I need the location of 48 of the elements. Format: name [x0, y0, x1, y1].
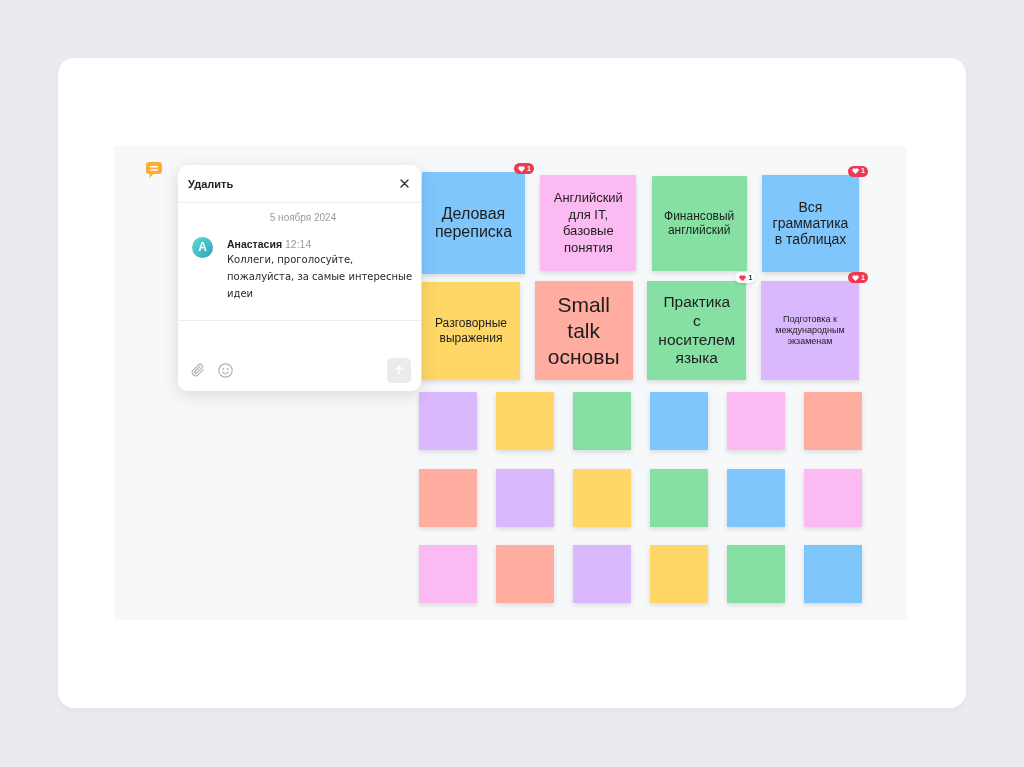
emoji-icon[interactable] — [218, 362, 233, 378]
heart-icon — [852, 274, 860, 281]
sticky-note[interactable] — [496, 545, 554, 603]
message-text: Коллеги, проголосуйте, пожалуйста, за самые интересные идеи — [227, 253, 414, 301]
date-label: 5 ноября 2024 — [268, 211, 338, 225]
note-text: Английский для IT, базовые понятия — [552, 190, 624, 256]
sticky-note[interactable] — [573, 545, 631, 603]
sticky-note[interactable] — [650, 468, 708, 527]
sticky-note[interactable]: Финансовый английский — [651, 175, 747, 271]
sticky-note[interactable] — [573, 392, 631, 450]
sticky-note[interactable]: Вся грамматика в таблицах — [762, 174, 859, 272]
note-text: Вся грамматика в таблицах — [771, 199, 850, 247]
sticky-note[interactable]: Деловая переписка — [422, 172, 525, 274]
sticky-note[interactable] — [496, 468, 554, 527]
sticky-note[interactable]: Английский для IT, базовые понятия — [540, 175, 637, 271]
sticky-note[interactable] — [496, 392, 554, 450]
close-icon[interactable] — [400, 179, 409, 188]
sticky-note[interactable] — [804, 392, 862, 450]
paperclip-icon[interactable] — [191, 363, 205, 377]
sticky-note[interactable] — [727, 545, 785, 603]
sticky-note[interactable]: Разговорные выражения — [422, 281, 520, 380]
delete-action[interactable]: Удалить — [188, 176, 234, 191]
sticky-note[interactable] — [727, 468, 785, 527]
avatar: А — [192, 237, 213, 258]
note-text: Разговорные выражения — [434, 315, 508, 346]
author-name: Анастасия — [227, 238, 282, 250]
sticky-note[interactable] — [727, 392, 785, 450]
sticky-note[interactable] — [804, 545, 862, 603]
sticky-note[interactable] — [419, 545, 477, 603]
sticky-note[interactable]: Практика с носителем языка — [647, 281, 747, 380]
note-text: Small talk основы — [546, 291, 621, 370]
sticky-note[interactable] — [650, 545, 708, 603]
note-text: Подготовка к международным экзаменам — [774, 314, 846, 347]
sticky-note[interactable] — [419, 392, 477, 450]
note-text: Деловая переписка — [433, 205, 514, 241]
heart-icon — [852, 168, 860, 174]
note-text: Практика с носителем языка — [658, 293, 736, 368]
comment-icon[interactable] — [146, 162, 162, 178]
sticky-note[interactable] — [804, 468, 862, 527]
sticky-note[interactable]: Подготовка к международным экзаменам — [760, 281, 859, 380]
message-time: 12:14 — [285, 238, 312, 250]
sticky-note[interactable] — [573, 468, 631, 527]
heart-icon — [739, 274, 747, 281]
note-text: Финансовый английский — [663, 209, 736, 237]
sticky-note[interactable] — [419, 468, 477, 527]
heart-icon — [518, 165, 526, 172]
sticky-note[interactable]: Small talk основы — [534, 281, 633, 380]
sticky-note[interactable] — [650, 392, 708, 450]
